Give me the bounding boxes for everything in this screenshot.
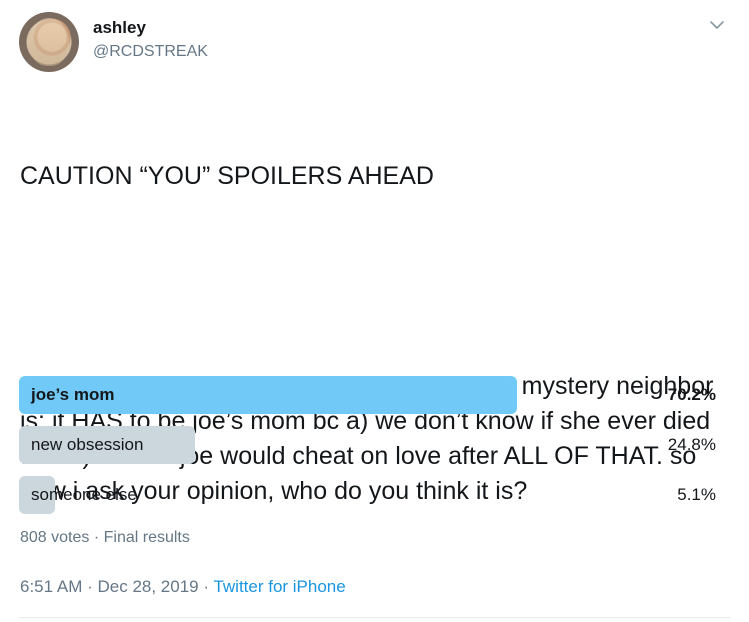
tweet-date[interactable]: Dec 28, 2019 <box>97 577 198 596</box>
author-handle[interactable]: @RCDSTREAK <box>93 43 208 61</box>
author-name[interactable]: ashley <box>93 18 146 38</box>
tweet-time[interactable]: 6:51 AM <box>20 577 82 596</box>
poll-option-percent: 24.8% <box>667 435 716 454</box>
poll-option-percent: 5.1% <box>677 485 716 504</box>
tweet-timestamp: 6:51 AM · Dec 28, 2019 · Twitter for iPh… <box>20 577 346 597</box>
poll-option: joe’s mom 70.2% <box>19 376 716 414</box>
poll-meta: 808 votes · Final results <box>20 529 190 547</box>
poll-votes: 808 votes <box>20 529 90 546</box>
divider <box>19 617 731 618</box>
poll-option: someone else 5.1% <box>19 476 716 514</box>
tweet-source-link[interactable]: Twitter for iPhone <box>213 577 345 596</box>
poll-option: new obsession 24.8% <box>19 426 716 464</box>
chevron-down-icon[interactable] <box>709 19 725 31</box>
poll-option-label: someone else <box>31 485 137 504</box>
poll-option-label: new obsession <box>31 435 144 454</box>
separator: · <box>89 529 104 546</box>
poll-option-label: joe’s mom <box>31 385 115 404</box>
separator: · <box>198 577 214 596</box>
separator: · <box>82 577 98 596</box>
avatar[interactable] <box>19 12 79 72</box>
poll-status: Final results <box>103 529 190 546</box>
poll-option-percent: 70.2% <box>667 385 716 404</box>
tweet-text-line-1: CAUTION “YOU” SPOILERS AHEAD <box>20 162 434 190</box>
